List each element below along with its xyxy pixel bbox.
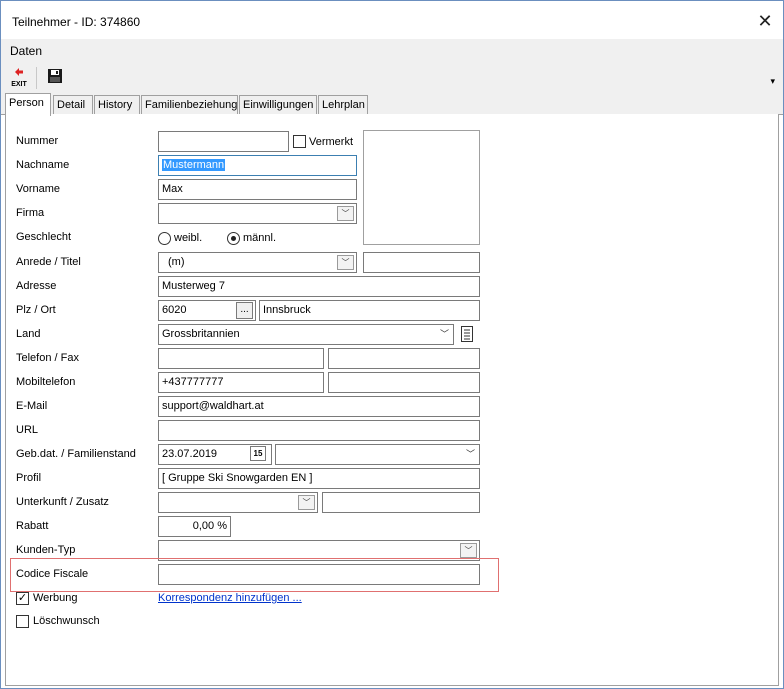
label-gebdat: Geb.dat. / Familienstand	[16, 448, 136, 460]
label-anrede: Anrede / Titel	[16, 256, 81, 268]
unterkunft-combo[interactable]: ﹀	[158, 492, 318, 513]
mobiltelefon2-input[interactable]	[328, 372, 480, 393]
title-bar: Teilnehmer - ID: 374860 ✕	[1, 1, 783, 39]
label-unterkunft: Unterkunft / Zusatz	[16, 496, 109, 508]
floppy-disk-icon	[48, 69, 62, 83]
chevron-down-icon[interactable]: ﹀	[337, 206, 354, 221]
rabatt-input[interactable]: 0,00 %	[158, 516, 231, 537]
toolbar-separator	[36, 67, 37, 89]
label-rabatt: Rabatt	[16, 520, 49, 532]
chevron-down-icon[interactable]: ﹀	[337, 255, 354, 270]
mobiltelefon-input[interactable]: +437777777	[158, 372, 324, 393]
dialog-window: Teilnehmer - ID: 374860 ✕ Daten EXIT ▾ P…	[0, 0, 784, 689]
chevron-down-icon[interactable]: ﹀	[460, 543, 477, 558]
radio-maennl[interactable]	[227, 232, 240, 245]
label-nachname: Nachname	[16, 159, 70, 171]
zusatz-input[interactable]	[322, 492, 480, 513]
calendar-icon[interactable]: 15	[250, 446, 266, 461]
fax-input[interactable]	[328, 348, 480, 369]
label-maennl: männl.	[243, 232, 277, 244]
toolbar: EXIT ▾	[1, 63, 783, 93]
label-plz-ort: Plz / Ort	[16, 304, 56, 316]
ort-input[interactable]: Innsbruck	[259, 300, 480, 321]
tab-person[interactable]: Person	[5, 93, 51, 116]
radio-weibl[interactable]	[158, 232, 171, 245]
email-input[interactable]: support@waldhart.at	[158, 396, 480, 417]
profil-input[interactable]: [ Gruppe Ski Snowgarden EN ]	[158, 468, 480, 489]
label-kundentyp: Kunden-Typ	[16, 544, 76, 556]
titel-input[interactable]	[363, 252, 480, 273]
codice-fiscale-input[interactable]	[158, 564, 480, 585]
label-profil: Profil	[16, 472, 42, 484]
label-weibl: weibl.	[174, 232, 203, 244]
telefon-input[interactable]	[158, 348, 324, 369]
nachname-selected-text: Mustermann	[162, 159, 226, 171]
werbung-checkbox[interactable]: ✓	[16, 592, 29, 605]
label-vermerkt: Vermerkt	[309, 136, 354, 148]
firma-combo[interactable]: ﹀	[158, 203, 357, 224]
exit-button[interactable]: EXIT	[9, 67, 29, 89]
anrede-value: (m)	[168, 256, 185, 268]
label-loeschwunsch: Löschwunsch	[33, 615, 100, 627]
exit-icon: EXIT	[11, 68, 28, 88]
save-button[interactable]	[47, 68, 63, 84]
gebdat-value: 23.07.2019	[162, 448, 218, 460]
label-werbung: Werbung	[33, 592, 78, 604]
land-combo[interactable]: Grossbritannien ﹀	[158, 324, 454, 345]
url-input[interactable]	[158, 420, 480, 441]
familienstand-combo[interactable]: ﹀	[275, 444, 480, 465]
adresse-input[interactable]: Musterweg 7	[158, 276, 480, 297]
plz-lookup-button[interactable]: ...	[236, 302, 253, 319]
label-telefon-fax: Telefon / Fax	[16, 352, 79, 364]
label-adresse: Adresse	[16, 280, 57, 292]
nachname-input[interactable]: Mustermann	[158, 155, 357, 176]
checkmark-icon: ✓	[17, 592, 28, 604]
korrespondenz-link[interactable]: Korrespondenz hinzufügen ...	[158, 592, 302, 604]
window-title: Teilnehmer - ID: 374860	[12, 15, 141, 29]
tab-lehrplan[interactable]: Lehrplan	[318, 95, 368, 115]
vorname-input[interactable]: Max	[158, 179, 357, 200]
label-email: E-Mail	[16, 400, 48, 412]
photo-box[interactable]	[363, 130, 480, 245]
nummer-input[interactable]	[158, 131, 289, 152]
tab-familienbeziehung[interactable]: Familienbeziehung	[141, 95, 238, 115]
vermerkt-checkbox[interactable]	[293, 135, 306, 148]
tab-detail[interactable]: Detail	[53, 95, 93, 115]
loeschwunsch-checkbox[interactable]	[16, 615, 29, 628]
label-vorname: Vorname	[16, 183, 61, 195]
toolbar-overflow-icon[interactable]: ▾	[770, 76, 775, 87]
label-url: URL	[16, 424, 39, 436]
close-icon: ✕	[757, 11, 773, 31]
close-button[interactable]: ✕	[753, 10, 777, 32]
label-firma: Firma	[16, 207, 45, 219]
list-icon[interactable]	[461, 326, 473, 342]
label-codice-fiscale: Codice Fiscale	[16, 568, 89, 580]
tab-einwilligungen[interactable]: Einwilligungen	[239, 95, 317, 115]
label-geschlecht: Geschlecht	[16, 231, 72, 243]
svg-text:EXIT: EXIT	[11, 81, 27, 88]
label-land: Land	[16, 328, 41, 340]
chevron-down-icon: ﹀	[439, 329, 449, 339]
chevron-down-icon: ﹀	[465, 449, 475, 459]
land-value: Grossbritannien	[162, 328, 240, 340]
tab-strip: Person Detail History Familienbeziehung …	[1, 93, 783, 116]
label-nummer: Nummer	[16, 135, 59, 147]
anrede-combo[interactable]: (m) ﹀	[158, 252, 357, 273]
plz-value: 6020	[162, 304, 187, 316]
tab-history[interactable]: History	[94, 95, 140, 115]
menu-bar: Daten	[1, 39, 783, 63]
menu-daten[interactable]: Daten	[10, 44, 42, 58]
label-mobiltelefon: Mobiltelefon	[16, 376, 76, 388]
chevron-down-icon[interactable]: ﹀	[298, 495, 315, 510]
